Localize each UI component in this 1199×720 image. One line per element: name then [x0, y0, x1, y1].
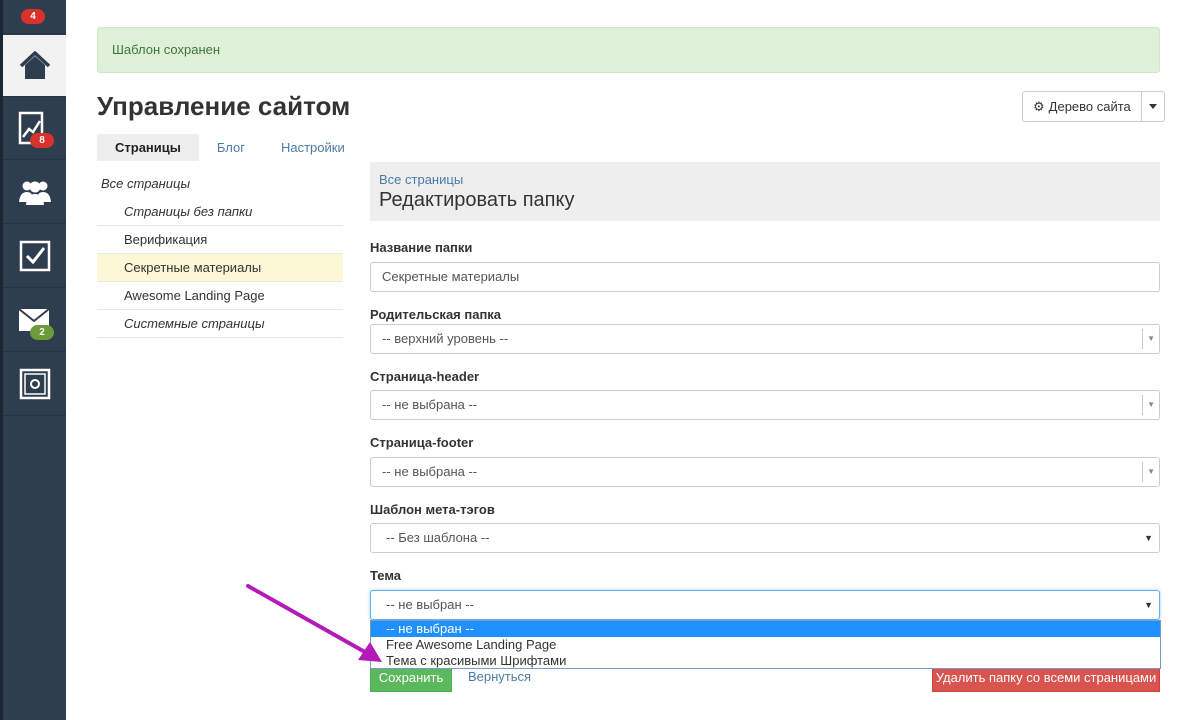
tree-item[interactable]: Системные страницы	[97, 310, 343, 338]
footer-page-label: Страница-footer	[370, 435, 474, 450]
tree-item[interactable]: Awesome Landing Page	[97, 282, 343, 310]
sidebar-item-home[interactable]	[3, 35, 66, 97]
tree-item[interactable]: Верификация	[97, 226, 343, 254]
breadcrumb-all-pages[interactable]: Все страницы	[379, 172, 1151, 187]
panel-header: Все страницы Редактировать папку	[370, 162, 1160, 221]
users-icon	[18, 181, 51, 205]
header-page-value: -- не выбрана --	[382, 397, 478, 412]
analytics-badge: 8	[30, 133, 54, 148]
theme-label: Тема	[370, 568, 402, 583]
select-divider	[1142, 329, 1143, 349]
gear-icon: ⚙	[1033, 99, 1045, 114]
caret-down-icon: ▼	[1144, 533, 1153, 543]
parent-folder-label: Родительская папка	[370, 307, 502, 322]
back-link[interactable]: Вернуться	[468, 669, 531, 684]
sidebar: 4 8 2	[0, 0, 66, 720]
home-icon	[19, 50, 50, 79]
panel-title: Редактировать папку	[379, 189, 575, 211]
annotation-arrow-icon	[246, 584, 382, 662]
select-divider	[1142, 395, 1143, 415]
theme-value: -- не выбран --	[386, 597, 474, 612]
success-alert: Шаблон сохранен	[97, 27, 1160, 73]
folder-name-label: Название папки	[370, 240, 473, 255]
theme-dropdown-list: -- не выбран -- Free Awesome Landing Pag…	[370, 620, 1161, 669]
inbox-badge: 4	[21, 9, 45, 24]
theme-select[interactable]: -- не выбран -- ▼	[370, 590, 1160, 620]
meta-template-select[interactable]: -- Без шаблона -- ▼	[370, 523, 1160, 553]
sidebar-item-tasks[interactable]	[3, 225, 66, 288]
site-tree-button[interactable]: ⚙ Дерево сайта	[1023, 92, 1141, 121]
tree-item-selected[interactable]: Секретные материалы	[97, 254, 343, 282]
parent-folder-value: -- верхний уровень --	[382, 331, 509, 346]
safe-icon	[19, 368, 50, 400]
tree-item[interactable]: Страницы без папки	[97, 198, 343, 226]
footer-page-select[interactable]: -- не выбрана -- ▼	[370, 457, 1160, 487]
footer-page-value: -- не выбрана --	[382, 464, 478, 479]
meta-template-value: -- Без шаблона --	[386, 530, 490, 545]
folder-name-value: Секретные материалы	[382, 269, 520, 284]
parent-folder-select[interactable]: -- верхний уровень -- ▼	[370, 324, 1160, 354]
theme-option[interactable]: Тема с красивыми Шрифтами	[371, 653, 1160, 669]
checkbox-icon	[19, 240, 50, 272]
caret-down-icon: ▼	[1144, 600, 1153, 610]
sidebar-item-analytics[interactable]: 8	[3, 97, 66, 160]
header-page-label: Страница-header	[370, 369, 480, 384]
tab-settings[interactable]: Настройки	[263, 134, 363, 161]
sidebar-item-users[interactable]	[3, 161, 66, 224]
tab-pages[interactable]: Страницы	[97, 134, 199, 161]
sidebar-item-safe[interactable]	[3, 353, 66, 416]
tab-blog[interactable]: Блог	[199, 134, 263, 161]
header-page-select[interactable]: -- не выбрана -- ▼	[370, 390, 1160, 420]
theme-option[interactable]: Free Awesome Landing Page	[371, 637, 1160, 653]
sidebar-item-mail[interactable]: 2	[3, 289, 66, 352]
sidebar-item-inbox[interactable]: 4	[3, 0, 66, 34]
meta-template-label: Шаблон мета-тэгов	[370, 502, 495, 517]
chevron-down-icon: ▼	[1147, 400, 1155, 409]
site-tree-button-group: ⚙ Дерево сайта	[1022, 91, 1165, 122]
folder-tree: Все страницы Страницы без папки Верифика…	[97, 170, 343, 338]
caret-down-icon	[1148, 104, 1157, 109]
theme-option-selected[interactable]: -- не выбран --	[371, 621, 1160, 637]
chevron-down-icon: ▼	[1147, 334, 1155, 343]
select-divider	[1142, 462, 1143, 482]
site-tree-label: Дерево сайта	[1048, 99, 1131, 114]
tabs: Страницы Блог Настройки	[97, 134, 363, 161]
mail-badge: 2	[30, 325, 54, 340]
page-title: Управление сайтом	[97, 91, 351, 121]
chevron-down-icon: ▼	[1147, 467, 1155, 476]
folder-name-input[interactable]: Секретные материалы	[370, 262, 1160, 292]
tree-item-all-pages[interactable]: Все страницы	[97, 170, 343, 198]
site-tree-dropdown-toggle[interactable]	[1140, 92, 1164, 121]
